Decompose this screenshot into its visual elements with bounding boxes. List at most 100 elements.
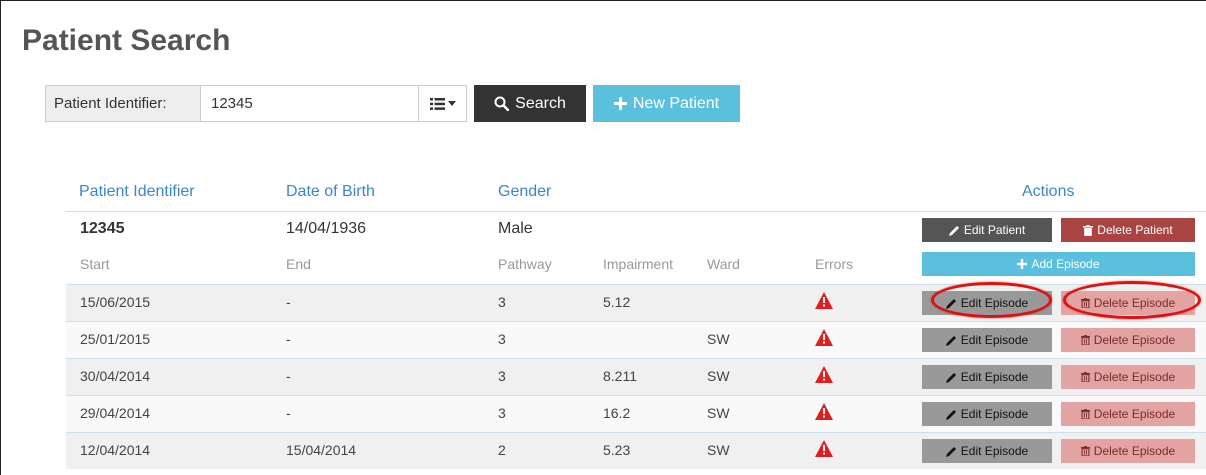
- warning-icon[interactable]: [815, 403, 833, 420]
- episode-header-pathway: Pathway: [498, 256, 552, 272]
- new-patient-button[interactable]: New Patient: [593, 85, 740, 122]
- patient-identifier-input[interactable]: [201, 86, 418, 121]
- trash-icon: [1080, 372, 1090, 382]
- patient-identifier-label: Patient Identifier:: [46, 86, 201, 121]
- episode-impairment: 8.211: [603, 368, 637, 384]
- edit-episode-label: Edit Episode: [960, 333, 1029, 347]
- episode-end: -: [286, 331, 291, 347]
- search-button-label: Search: [515, 94, 566, 112]
- episode-ward: SW: [707, 331, 730, 347]
- row-divider: [66, 395, 1206, 396]
- episode-start: 30/04/2014: [80, 368, 151, 384]
- episode-header-ward: Ward: [707, 256, 740, 272]
- edit-patient-label: Edit Patient: [963, 223, 1026, 237]
- list-dropdown-toggle[interactable]: [418, 86, 466, 121]
- episode-pathway: 3: [498, 368, 506, 384]
- pencil-icon: [945, 409, 957, 420]
- edit-episode-button[interactable]: Edit Episode: [922, 402, 1052, 426]
- episode-header-start: Start: [80, 256, 110, 272]
- episode-row: 29/04/2014 - 3 16.2 SW Edit Episode Delete Epi…: [66, 395, 1206, 432]
- column-header-patient-identifier[interactable]: Patient Identifier: [79, 183, 195, 201]
- row-divider: [66, 358, 1206, 359]
- warning-icon[interactable]: [815, 440, 833, 457]
- delete-episode-button[interactable]: Delete Episode: [1061, 365, 1195, 389]
- episode-pathway: 3: [498, 294, 506, 310]
- edit-episode-button[interactable]: Edit Episode: [922, 439, 1052, 463]
- trash-icon: [1080, 298, 1090, 308]
- page-title: Patient Search: [22, 24, 231, 57]
- patient-gender-value: Male: [498, 220, 533, 237]
- episode-pathway: 3: [498, 331, 506, 347]
- edit-episode-button[interactable]: Edit Episode: [922, 291, 1052, 315]
- warning-icon[interactable]: [815, 329, 833, 346]
- column-header-actions: Actions: [1022, 183, 1075, 200]
- episode-end: -: [286, 368, 291, 384]
- column-header-gender[interactable]: Gender: [498, 183, 551, 201]
- episode-start: 12/04/2014: [80, 442, 151, 458]
- delete-episode-button[interactable]: Delete Episode: [1061, 439, 1195, 463]
- episode-ward: SW: [707, 405, 730, 421]
- delete-episode-label: Delete Episode: [1093, 296, 1176, 310]
- edit-episode-button[interactable]: Edit Episode: [922, 365, 1052, 389]
- episode-impairment: 5.12: [603, 294, 631, 310]
- episode-pathway: 3: [498, 405, 506, 421]
- column-header-date-of-birth[interactable]: Date of Birth: [286, 183, 375, 201]
- episode-start: 15/06/2015: [80, 294, 151, 310]
- episode-row: 15/06/2015 - 3 5.12 Edit Episode Delete Episo…: [66, 284, 1206, 321]
- episode-impairment: 5.23: [603, 442, 631, 458]
- search-button[interactable]: Search: [474, 85, 586, 122]
- episode-ward: SW: [707, 368, 730, 384]
- episode-ward: SW: [707, 442, 730, 458]
- plus-icon: [613, 97, 627, 110]
- edit-episode-label: Edit Episode: [960, 370, 1029, 384]
- patient-search-group: Patient Identifier:: [45, 85, 467, 122]
- plus-icon: [1017, 259, 1028, 269]
- pencil-icon: [945, 372, 957, 383]
- pencil-icon: [945, 446, 957, 457]
- row-divider: [66, 284, 1206, 285]
- row-divider: [66, 321, 1206, 322]
- search-icon: [494, 96, 510, 111]
- delete-episode-button[interactable]: Delete Episode: [1061, 291, 1195, 315]
- trash-icon: [1080, 409, 1090, 419]
- warning-icon[interactable]: [815, 292, 833, 309]
- episode-header-errors: Errors: [815, 256, 854, 272]
- episode-header-end: End: [286, 256, 311, 272]
- warning-icon[interactable]: [815, 366, 833, 383]
- row-divider: [66, 432, 1206, 433]
- delete-episode-label: Delete Episode: [1093, 444, 1176, 458]
- edit-episode-button[interactable]: Edit Episode: [922, 328, 1052, 352]
- delete-episode-button[interactable]: Delete Episode: [1061, 402, 1195, 426]
- delete-episode-label: Delete Episode: [1093, 370, 1176, 384]
- pencil-icon: [945, 335, 957, 346]
- episode-start: 25/01/2015: [80, 331, 151, 347]
- delete-patient-button[interactable]: Delete Patient: [1061, 218, 1195, 242]
- patient-dob-value: 14/04/1936: [286, 220, 367, 237]
- trash-icon: [1083, 224, 1094, 236]
- list-icon: [429, 97, 445, 110]
- episode-row: 30/04/2014 - 3 8.211 SW Edit Episode Delete Ep…: [66, 358, 1206, 395]
- episode-impairment: 16.2: [603, 405, 631, 421]
- trash-icon: [1080, 335, 1090, 345]
- episode-start: 29/04/2014: [80, 405, 151, 421]
- delete-patient-label: Delete Patient: [1097, 223, 1173, 237]
- episode-end: -: [286, 405, 291, 421]
- new-patient-button-label: New Patient: [632, 94, 720, 112]
- delete-episode-label: Delete Episode: [1093, 333, 1176, 347]
- delete-episode-button[interactable]: Delete Episode: [1061, 328, 1195, 352]
- add-episode-button[interactable]: Add Episode: [922, 252, 1195, 276]
- delete-episode-label: Delete Episode: [1093, 407, 1176, 421]
- add-episode-label: Add Episode: [1031, 257, 1100, 271]
- episode-row: 25/01/2015 - 3 SW Edit Episode Delete Episode: [66, 321, 1206, 358]
- patient-row: 12345 14/04/1936 Male Edit Patient Delet…: [66, 212, 1206, 284]
- caret-down-icon: [447, 101, 456, 106]
- edit-episode-label: Edit Episode: [960, 444, 1029, 458]
- episode-pathway: 2: [498, 442, 506, 458]
- episode-header-impairment: Impairment: [603, 256, 674, 272]
- edit-patient-button[interactable]: Edit Patient: [922, 218, 1052, 242]
- episode-end: -: [286, 294, 291, 310]
- patient-identifier-value: 12345: [80, 220, 125, 237]
- pencil-icon: [945, 298, 957, 309]
- edit-episode-label: Edit Episode: [960, 407, 1029, 421]
- episode-end: 15/04/2014: [286, 442, 357, 458]
